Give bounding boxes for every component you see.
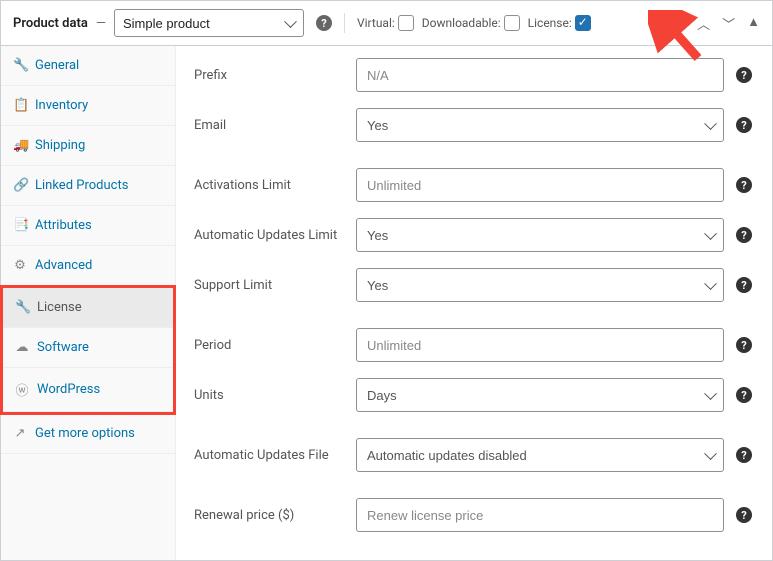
- activations-input[interactable]: [356, 168, 724, 202]
- truck-icon: 🚚: [13, 138, 27, 153]
- tabs-icon: 📑: [13, 218, 27, 233]
- sidebar-item-inventory[interactable]: 📋Inventory: [1, 86, 175, 126]
- help-icon[interactable]: ?: [316, 15, 332, 31]
- updates-file-select[interactable]: Automatic updates disabled: [356, 438, 724, 472]
- help-icon[interactable]: ?: [736, 507, 752, 523]
- license-label[interactable]: License:: [528, 15, 591, 31]
- sidebar-item-shipping[interactable]: 🚚Shipping: [1, 126, 175, 166]
- units-select[interactable]: Days: [356, 378, 724, 412]
- email-select[interactable]: Yes: [356, 108, 724, 142]
- period-label: Period: [194, 338, 344, 353]
- prefix-input[interactable]: [356, 58, 724, 92]
- virtual-label[interactable]: Virtual:: [357, 15, 414, 31]
- product-type-select[interactable]: Simple product: [114, 9, 304, 37]
- support-select[interactable]: Yes: [356, 268, 724, 302]
- period-input[interactable]: [356, 328, 724, 362]
- updates-file-label: Automatic Updates File: [194, 448, 344, 463]
- sidebar-item-license[interactable]: 🔧License: [3, 288, 173, 328]
- help-icon[interactable]: ?: [736, 67, 752, 83]
- sidebar-item-software[interactable]: ☁Software: [3, 328, 173, 368]
- help-icon[interactable]: ?: [736, 227, 752, 243]
- wordpress-icon: ⓦ: [15, 380, 29, 399]
- wrench-icon: 🔧: [13, 58, 27, 73]
- help-icon[interactable]: ?: [736, 177, 752, 193]
- external-icon: ↗: [13, 426, 27, 441]
- help-icon[interactable]: ?: [736, 277, 752, 293]
- email-label: Email: [194, 118, 344, 133]
- help-icon[interactable]: ?: [736, 387, 752, 403]
- highlight-box: 🔧License ☁Software ⓦWordPress: [0, 285, 176, 415]
- cloud-icon: ☁: [15, 340, 29, 355]
- renewal-label: Renewal price ($): [194, 508, 344, 523]
- gear-icon: ⚙: [13, 258, 27, 273]
- activations-label: Activations Limit: [194, 178, 344, 193]
- sidebar-item-general[interactable]: 🔧General: [1, 46, 175, 86]
- auto-updates-select[interactable]: Yes: [356, 218, 724, 252]
- panel-header: Product data — Simple product ? Virtual:…: [1, 1, 772, 46]
- prefix-label: Prefix: [194, 68, 344, 83]
- wrench-icon: 🔧: [15, 300, 29, 315]
- virtual-checkbox[interactable]: [398, 15, 414, 31]
- auto-updates-label: Automatic Updates Limit: [194, 228, 344, 243]
- chevron-down-icon[interactable]: ﹀: [722, 14, 735, 33]
- clipboard-icon: 📋: [13, 98, 27, 113]
- dash: —: [96, 16, 106, 31]
- panel-title: Product data: [13, 16, 88, 31]
- sidebar: 🔧General 📋Inventory 🚚Shipping 🔗Linked Pr…: [1, 46, 176, 560]
- downloadable-label[interactable]: Downloadable:: [422, 15, 520, 31]
- sidebar-item-attributes[interactable]: 📑Attributes: [1, 206, 175, 246]
- downloadable-checkbox[interactable]: [504, 15, 520, 31]
- help-icon[interactable]: ?: [736, 447, 752, 463]
- link-icon: 🔗: [13, 178, 27, 193]
- sidebar-item-wordpress[interactable]: ⓦWordPress: [3, 368, 173, 412]
- support-label: Support Limit: [194, 278, 344, 293]
- sidebar-item-linked[interactable]: 🔗Linked Products: [1, 166, 175, 206]
- triangle-up-icon[interactable]: ▲: [747, 14, 760, 33]
- renewal-input[interactable]: [356, 498, 724, 532]
- chevron-up-icon[interactable]: ︿: [697, 14, 710, 33]
- sidebar-item-advanced[interactable]: ⚙Advanced: [1, 246, 175, 286]
- content-panel: Prefix ? Email Yes ? Activations Limit ?…: [176, 46, 772, 560]
- units-label: Units: [194, 388, 344, 403]
- license-checkbox[interactable]: [575, 15, 591, 31]
- sidebar-item-more[interactable]: ↗Get more options: [1, 414, 175, 454]
- help-icon[interactable]: ?: [736, 117, 752, 133]
- help-icon[interactable]: ?: [736, 337, 752, 353]
